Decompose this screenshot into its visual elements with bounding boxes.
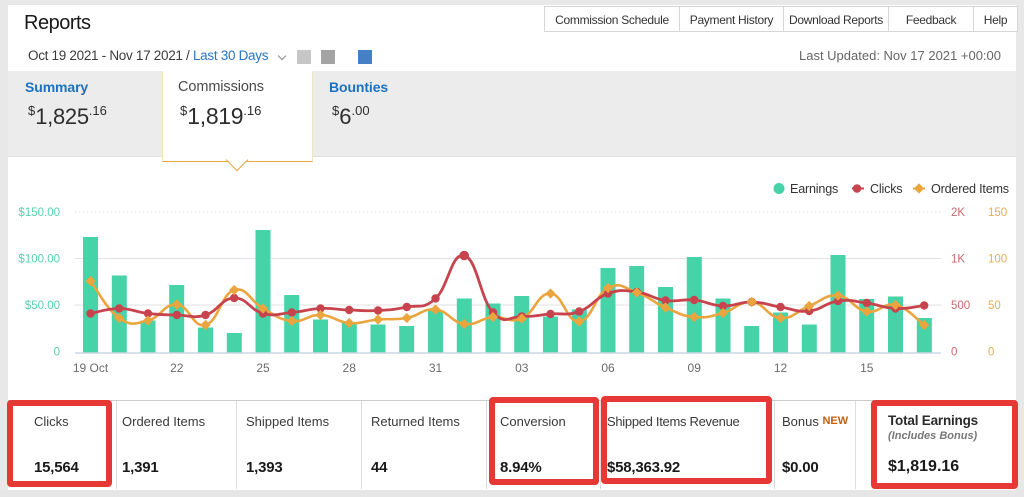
- svg-text:500: 500: [951, 300, 970, 312]
- svg-text:Ordered Items: Ordered Items: [931, 182, 1009, 196]
- svg-text:03: 03: [515, 361, 529, 375]
- svg-text:12: 12: [774, 361, 788, 375]
- svg-text:2K: 2K: [951, 207, 965, 219]
- svg-text:09: 09: [688, 361, 702, 375]
- svg-text:$150.00: $150.00: [18, 207, 60, 219]
- svg-text:0: 0: [54, 347, 60, 359]
- svg-text:06: 06: [601, 361, 615, 375]
- svg-text:0: 0: [951, 347, 957, 359]
- svg-text:$100.00: $100.00: [18, 254, 60, 266]
- svg-text:Earnings: Earnings: [790, 182, 838, 196]
- svg-text:150: 150: [988, 207, 1007, 219]
- svg-text:28: 28: [343, 361, 357, 375]
- svg-text:100: 100: [988, 254, 1007, 266]
- svg-text:1K: 1K: [951, 254, 965, 266]
- svg-text:50: 50: [988, 300, 1001, 312]
- svg-text:31: 31: [429, 361, 443, 375]
- svg-text:0: 0: [988, 347, 994, 359]
- svg-text:15: 15: [860, 361, 874, 375]
- svg-text:Clicks: Clicks: [870, 182, 902, 196]
- svg-text:$50.00: $50.00: [25, 300, 60, 312]
- svg-text:19 Oct: 19 Oct: [73, 361, 109, 375]
- svg-text:25: 25: [256, 361, 270, 375]
- svg-text:22: 22: [170, 361, 184, 375]
